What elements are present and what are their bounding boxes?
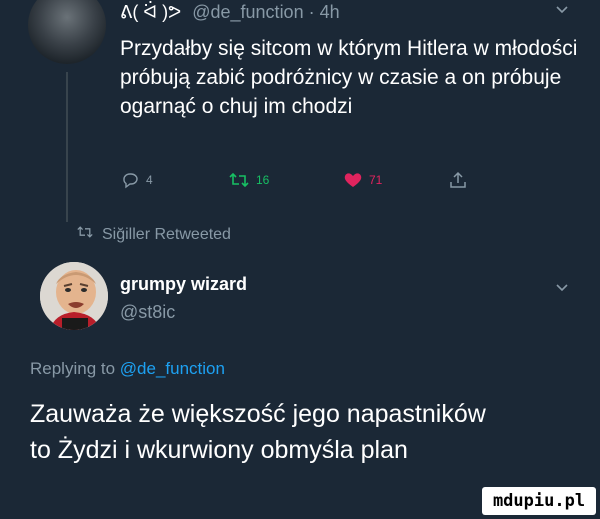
tweet2-text: Zauważa że większość jego napastników to… bbox=[30, 400, 486, 464]
retweet-icon bbox=[76, 224, 94, 245]
replying-prefix: Replying to bbox=[30, 359, 116, 378]
like-button[interactable]: 71 bbox=[343, 170, 382, 190]
tweet1-actions: 4 16 71 bbox=[120, 170, 466, 192]
reply-button[interactable]: 4 bbox=[120, 170, 153, 190]
thread-line bbox=[66, 72, 68, 222]
chevron-down-icon[interactable] bbox=[554, 2, 570, 23]
share-button[interactable] bbox=[448, 170, 468, 190]
tweet2-handle[interactable]: @st8ic bbox=[120, 302, 175, 323]
tweet2-display-name[interactable]: grumpy wizard bbox=[120, 274, 247, 295]
avatar-st8ic[interactable] bbox=[40, 262, 108, 330]
tweet1-text: Przydałby się sitcom w którym Hitlera w … bbox=[120, 37, 578, 118]
reply-icon bbox=[120, 170, 140, 190]
tweet1-header: ᕕ( ᐛ )ᕗ @de_function · 4h bbox=[120, 0, 340, 24]
share-icon bbox=[448, 170, 468, 190]
tweet1-display-name[interactable]: ᕕ( ᐛ )ᕗ bbox=[120, 2, 181, 22]
replying-to: Replying to @de_function bbox=[30, 359, 225, 379]
replying-to-link[interactable]: @de_function bbox=[120, 359, 225, 378]
chevron-down-icon[interactable] bbox=[554, 280, 570, 301]
retweet-icon bbox=[228, 170, 250, 190]
retweeted-by-label: Siğiller Retweeted bbox=[102, 225, 231, 243]
like-icon bbox=[343, 170, 363, 190]
retweet-count: 16 bbox=[256, 173, 270, 187]
retweet-button[interactable]: 16 bbox=[228, 170, 269, 190]
retweeted-by[interactable]: Siğiller Retweeted bbox=[76, 224, 231, 245]
like-count: 71 bbox=[369, 173, 383, 187]
reply-count: 4 bbox=[146, 173, 153, 187]
avatar-de-function[interactable] bbox=[28, 0, 106, 64]
watermark-logo: mdupiu.pl bbox=[482, 487, 596, 515]
tweet1-handle-time[interactable]: @de_function · 4h bbox=[192, 2, 339, 22]
